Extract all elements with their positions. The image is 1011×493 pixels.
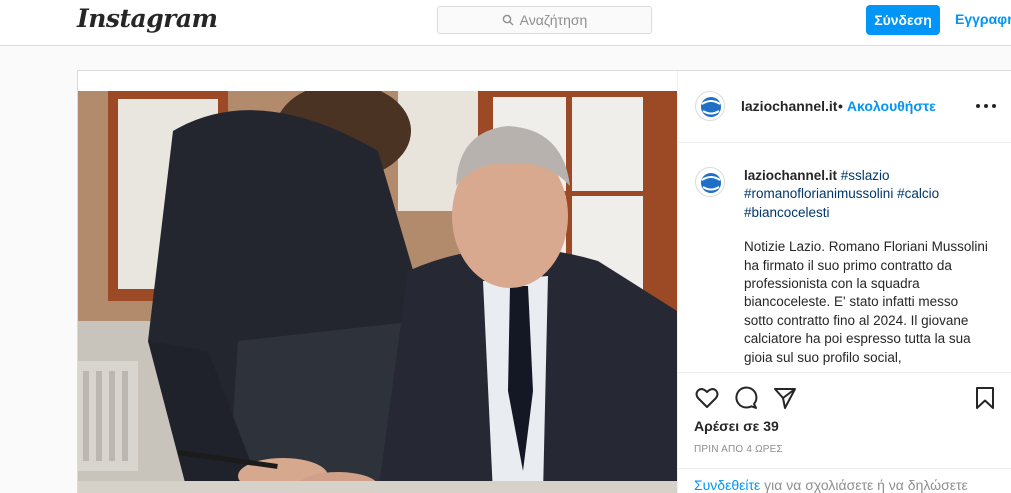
dot (992, 104, 996, 108)
instagram-logo[interactable]: Instagram (77, 4, 218, 33)
heart-icon[interactable] (694, 385, 720, 411)
more-options-icon[interactable] (976, 98, 996, 114)
avatar[interactable] (695, 91, 725, 121)
hashtag-link[interactable]: #romanoflorianimussolini (744, 186, 893, 201)
hashtag-link[interactable]: #calcio (897, 186, 939, 201)
follow-button[interactable]: • Ακολουθήστε (838, 98, 936, 114)
search-icon (502, 14, 514, 26)
login-link[interactable]: Συνδεθείτε (694, 477, 760, 493)
login-button[interactable]: Σύνδεση (866, 5, 940, 35)
signup-link[interactable]: Εγγραφή (955, 11, 1011, 27)
follow-label: Ακολουθήστε (846, 98, 936, 114)
avatar[interactable] (695, 167, 725, 197)
search-box[interactable]: Αναζήτηση (437, 6, 652, 34)
caption-body: Notizie Lazio. Romano Floriani Mussolini… (744, 239, 988, 365)
separator-dot: • (838, 98, 843, 114)
dot (984, 104, 988, 108)
login-prompt-text: για να σχολιάσετε ή να δηλώσετε (760, 477, 968, 493)
top-nav-bar: Instagram Αναζήτηση Σύνδεση Εγγραφή (0, 0, 1011, 46)
post-actions: Αρέσει σε 39 ΠΡΙΝ ΑΠΟ 4 ΩΡΕΣ Συνδεθείτε … (678, 372, 1011, 493)
share-icon[interactable] (772, 385, 798, 411)
comment-icon[interactable] (733, 385, 759, 411)
login-prompt: Συνδεθείτε για να σχολιάσετε ή να δηλώσε… (678, 468, 1011, 493)
post-photo[interactable] (78, 91, 677, 493)
hashtag-link[interactable]: #biancocelesti (744, 205, 830, 220)
post-caption: laziochannel.it #sslazio #romanofloriani… (678, 143, 1011, 372)
caption-text: laziochannel.it #sslazio #romanofloriani… (744, 167, 988, 367)
post-sidebar: laziochannel.it • Ακολουθήστε laziochann… (677, 71, 1011, 493)
post-photo-image (78, 91, 677, 493)
post-header: laziochannel.it • Ακολουθήστε (678, 71, 1011, 143)
lazio-logo-icon (697, 169, 724, 196)
hashtag-link[interactable]: #sslazio (841, 168, 890, 183)
dot (976, 104, 980, 108)
post-timestamp[interactable]: ΠΡΙΝ ΑΠΟ 4 ΩΡΕΣ (694, 444, 783, 455)
likes-count[interactable]: Αρέσει σε 39 (694, 418, 779, 434)
caption-username[interactable]: laziochannel.it (744, 168, 837, 183)
lazio-logo-icon (697, 93, 724, 120)
post-card: laziochannel.it • Ακολουθήστε laziochann… (77, 70, 1011, 493)
post-username[interactable]: laziochannel.it (741, 98, 837, 114)
bookmark-icon[interactable] (972, 385, 998, 411)
search-placeholder: Αναζήτηση (519, 12, 588, 28)
